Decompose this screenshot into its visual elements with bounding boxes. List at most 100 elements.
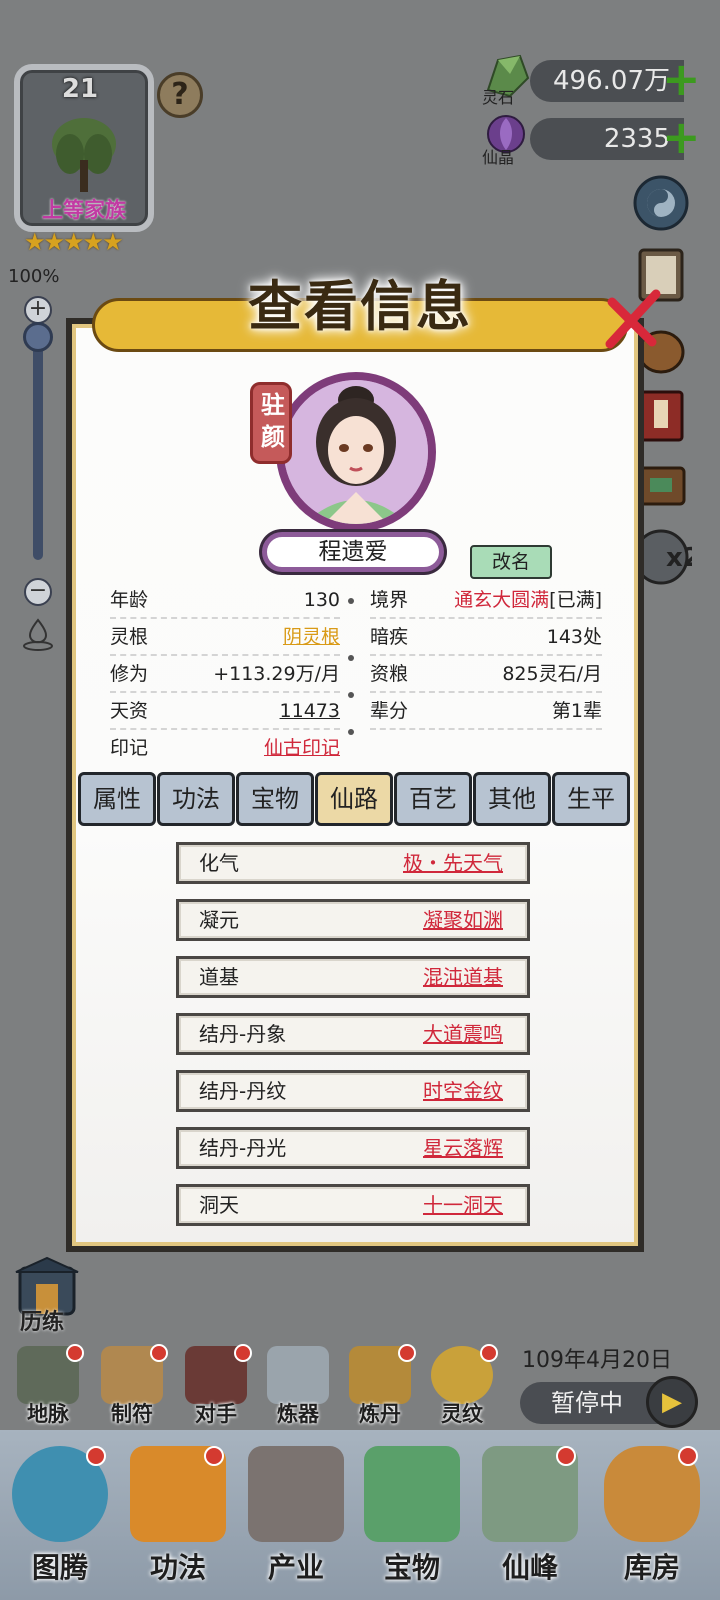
add-spirit-stone-button[interactable]: + bbox=[662, 56, 701, 102]
path-achievement-link[interactable]: 时空金纹 bbox=[423, 1073, 503, 1109]
youth-seal-badge: 驻颜 bbox=[250, 382, 292, 464]
tab-other[interactable]: 其他 bbox=[473, 772, 551, 826]
info-label: 资粮 bbox=[370, 663, 409, 685]
notification-dot bbox=[678, 1446, 698, 1466]
zoom-out-button[interactable]: − bbox=[24, 578, 52, 606]
path-achievement-link[interactable]: 凝聚如渊 bbox=[423, 902, 503, 938]
info-label: 暗疾 bbox=[370, 626, 409, 648]
nav-label: 宝物 bbox=[383, 1551, 440, 1584]
immortal-crystal-amount: 2335 bbox=[530, 118, 684, 160]
path-stage: 结丹-丹象 bbox=[199, 1022, 287, 1046]
nav-label: 图腾 bbox=[31, 1551, 88, 1584]
rename-button[interactable]: 改名 bbox=[470, 545, 552, 579]
play-button[interactable]: ▶ bbox=[646, 1376, 698, 1428]
zoom-in-button[interactable]: + bbox=[24, 296, 52, 324]
zoom-slider-handle[interactable] bbox=[23, 322, 53, 352]
spirit-stone-amount: 496.07万 bbox=[530, 60, 684, 102]
skill-talisman[interactable]: 制符 bbox=[96, 1344, 168, 1430]
info-row-talent: 天资 11473 bbox=[110, 693, 340, 730]
notification-dot bbox=[66, 1344, 84, 1362]
skill-spirit-pattern[interactable]: 灵纹 bbox=[426, 1344, 498, 1430]
path-row: 洞天 十一洞天 bbox=[176, 1184, 530, 1226]
add-immortal-crystal-button[interactable]: + bbox=[662, 114, 701, 160]
currency-name-crystal: 仙晶 bbox=[482, 148, 515, 167]
tab-treasures[interactable]: 宝物 bbox=[236, 772, 314, 826]
notification-dot bbox=[86, 1446, 106, 1466]
nav-treasures[interactable]: 宝物 bbox=[356, 1446, 468, 1596]
notification-dot bbox=[398, 1344, 416, 1362]
tab-skills[interactable]: 功法 bbox=[157, 772, 235, 826]
info-label: 印记 bbox=[110, 737, 149, 759]
info-row-hidden-illness: 暗疾 143处 bbox=[370, 619, 602, 656]
separator-dot bbox=[348, 692, 354, 698]
path-achievement-link[interactable]: 大道震鸣 bbox=[423, 1016, 503, 1052]
nav-peak[interactable]: 仙峰 bbox=[474, 1446, 586, 1596]
character-portrait[interactable] bbox=[276, 372, 436, 532]
path-achievement-link[interactable]: 星云落辉 bbox=[423, 1130, 503, 1166]
training-label[interactable]: 历练 bbox=[20, 1304, 64, 1336]
info-label: 辈分 bbox=[370, 700, 409, 722]
info-value: 130 bbox=[303, 589, 340, 611]
info-row-cultivation: 修为 +113.29万/月 bbox=[110, 656, 340, 693]
notification-dot bbox=[150, 1344, 168, 1362]
skill-label: 灵纹 bbox=[441, 1402, 483, 1426]
tab-attributes[interactable]: 属性 bbox=[78, 772, 156, 826]
info-label: 年龄 bbox=[110, 589, 149, 611]
realm-name: 通玄大圆满 bbox=[454, 589, 550, 611]
tab-biography[interactable]: 生平 bbox=[552, 772, 630, 826]
help-button[interactable]: ? bbox=[157, 72, 203, 118]
nav-label: 仙峰 bbox=[501, 1551, 558, 1584]
skill-alchemy[interactable]: 炼丹 bbox=[344, 1344, 416, 1430]
treasure-icon bbox=[364, 1446, 460, 1542]
svg-text:x2: x2 bbox=[666, 543, 692, 573]
skill-earth-vein[interactable]: 地脉 bbox=[12, 1344, 84, 1430]
nav-skills[interactable]: 功法 bbox=[122, 1446, 234, 1596]
industry-mountain-icon bbox=[248, 1446, 344, 1542]
path-achievement-link[interactable]: 混沌道基 bbox=[423, 959, 503, 995]
nav-storehouse[interactable]: 库房 bbox=[596, 1446, 708, 1596]
skill-label: 炼丹 bbox=[359, 1402, 401, 1426]
path-achievement-link[interactable]: 极・先天气 bbox=[403, 845, 503, 881]
talent-link[interactable]: 11473 bbox=[280, 693, 340, 730]
path-row: 结丹-丹象 大道震鸣 bbox=[176, 1013, 530, 1055]
separator-dot bbox=[348, 655, 354, 661]
path-stage: 洞天 bbox=[199, 1193, 239, 1217]
family-level: 21 bbox=[61, 74, 99, 104]
location-drop-icon[interactable] bbox=[20, 616, 56, 652]
path-stage: 化气 bbox=[199, 851, 239, 875]
realm-status: [已满] bbox=[549, 589, 602, 611]
info-label: 修为 bbox=[110, 663, 149, 685]
path-stage: 结丹-丹纹 bbox=[199, 1079, 287, 1103]
path-row: 道基 混沌道基 bbox=[176, 956, 530, 998]
settings-gear-icon[interactable] bbox=[630, 172, 692, 234]
skill-forging[interactable]: 炼器 bbox=[262, 1346, 334, 1430]
info-value: +113.29万/月 bbox=[213, 663, 340, 685]
notification-dot bbox=[556, 1446, 576, 1466]
info-label: 天资 bbox=[110, 700, 149, 722]
character-name: 程遗爱 bbox=[262, 532, 444, 572]
skill-opponent[interactable]: 对手 bbox=[180, 1344, 252, 1430]
seal-text: 驻颜 bbox=[261, 391, 285, 451]
zoom-slider-track[interactable] bbox=[33, 326, 43, 560]
currency-name-stone: 灵石 bbox=[482, 88, 515, 107]
info-row-mark: 印记 仙古印记 bbox=[110, 730, 340, 767]
nav-totem[interactable]: 图腾 bbox=[4, 1446, 116, 1596]
path-stage: 道基 bbox=[199, 965, 239, 989]
family-stars: ★★★★★ bbox=[24, 228, 124, 256]
game-date: 109年4月20日 bbox=[522, 1348, 672, 1373]
nav-label: 产业 bbox=[267, 1551, 324, 1584]
nav-industry[interactable]: 产业 bbox=[240, 1446, 352, 1596]
info-value: 825灵石/月 bbox=[502, 663, 602, 685]
path-stage: 结丹-丹光 bbox=[199, 1136, 287, 1160]
mark-link[interactable]: 仙古印记 bbox=[264, 730, 340, 767]
notification-dot bbox=[480, 1344, 498, 1362]
tab-crafts[interactable]: 百艺 bbox=[394, 772, 472, 826]
tab-immortal-path[interactable]: 仙路 bbox=[315, 772, 393, 826]
realm-value: 通玄大圆满[已满] bbox=[454, 582, 602, 619]
path-achievement-link[interactable]: 十一洞天 bbox=[423, 1187, 503, 1223]
separator-dot bbox=[348, 729, 354, 735]
info-row-spirit-root: 灵根 阴灵根 bbox=[110, 619, 340, 656]
info-label: 灵根 bbox=[110, 626, 149, 648]
close-icon[interactable] bbox=[598, 284, 670, 356]
spirit-root-link[interactable]: 阴灵根 bbox=[283, 619, 340, 656]
